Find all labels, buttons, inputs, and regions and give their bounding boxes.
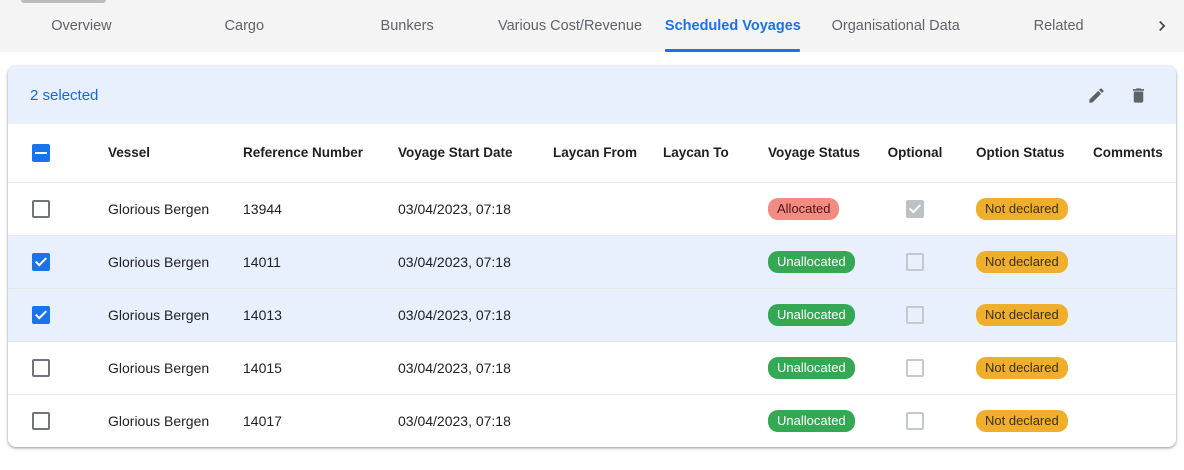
tabs-overflow-button[interactable] <box>1140 0 1184 52</box>
reference-cell: 14011 <box>215 235 370 288</box>
vessel-cell: Glorious Bergen <box>80 288 215 341</box>
optional-checkbox <box>906 412 924 430</box>
trash-icon <box>1129 86 1148 105</box>
tab-various-cost-revenue[interactable]: Various Cost/Revenue <box>489 0 652 52</box>
laycan-from-cell <box>535 394 645 447</box>
edit-button[interactable] <box>1086 85 1106 105</box>
column-header-reference-number: Reference Number <box>215 124 370 182</box>
optional-checkbox <box>906 359 924 377</box>
laycan-to-cell <box>645 235 750 288</box>
vessel-cell: Glorious Bergen <box>80 394 215 447</box>
column-header-option-status: Option Status <box>960 124 1075 182</box>
start-date-cell: 03/04/2023, 07:18 <box>370 288 535 341</box>
row-checkbox[interactable] <box>32 412 50 430</box>
voyage-status-badge: Unallocated <box>768 357 855 379</box>
optional-checkbox <box>906 253 924 271</box>
table-header-row: Vessel Reference Number Voyage Start Dat… <box>8 124 1176 182</box>
comments-cell <box>1075 235 1176 288</box>
laycan-to-cell <box>645 288 750 341</box>
scheduled-voyages-panel: 2 selected Vessel <box>8 66 1176 447</box>
tab-scheduled-voyages[interactable]: Scheduled Voyages <box>651 0 814 52</box>
vessel-cell: Glorious Bergen <box>80 182 215 235</box>
start-date-cell: 03/04/2023, 07:18 <box>370 394 535 447</box>
selection-actions <box>1086 85 1148 105</box>
optional-checkbox <box>906 306 924 324</box>
tab-list: Overview Cargo Bunkers Various Cost/Reve… <box>0 0 1140 52</box>
table-row[interactable]: Glorious Bergen 14015 03/04/2023, 07:18 … <box>8 341 1176 394</box>
vessel-cell: Glorious Bergen <box>80 341 215 394</box>
row-checkbox[interactable] <box>32 253 50 271</box>
voyage-status-badge: Allocated <box>768 198 839 220</box>
start-date-cell: 03/04/2023, 07:18 <box>370 182 535 235</box>
column-header-laycan-from: Laycan From <box>535 124 645 182</box>
voyage-status-badge: Unallocated <box>768 251 855 273</box>
column-header-voyage-start-date: Voyage Start Date <box>370 124 535 182</box>
pencil-icon <box>1087 86 1106 105</box>
laycan-to-cell <box>645 394 750 447</box>
table-row[interactable]: Glorious Bergen 14011 03/04/2023, 07:18 … <box>8 235 1176 288</box>
option-status-badge: Not declared <box>976 304 1068 326</box>
column-header-voyage-status: Voyage Status <box>750 124 870 182</box>
table-row[interactable]: Glorious Bergen 14013 03/04/2023, 07:18 … <box>8 288 1176 341</box>
row-checkbox[interactable] <box>32 306 50 324</box>
voyages-table: Vessel Reference Number Voyage Start Dat… <box>8 124 1176 447</box>
tab-related[interactable]: Related <box>977 0 1140 52</box>
laycan-from-cell <box>535 235 645 288</box>
reference-cell: 14017 <box>215 394 370 447</box>
table-row[interactable]: Glorious Bergen 14017 03/04/2023, 07:18 … <box>8 394 1176 447</box>
tab-overview[interactable]: Overview <box>0 0 163 52</box>
voyage-status-badge: Unallocated <box>768 410 855 432</box>
row-checkbox[interactable] <box>32 200 50 218</box>
laycan-from-cell <box>535 288 645 341</box>
column-header-optional: Optional <box>870 124 960 182</box>
tab-organisational-data[interactable]: Organisational Data <box>814 0 977 52</box>
option-status-badge: Not declared <box>976 251 1068 273</box>
start-date-cell: 03/04/2023, 07:18 <box>370 341 535 394</box>
voyage-status-badge: Unallocated <box>768 304 855 326</box>
vessel-cell: Glorious Bergen <box>80 235 215 288</box>
option-status-badge: Not declared <box>976 357 1068 379</box>
chevron-right-icon <box>1152 16 1172 36</box>
tab-cargo[interactable]: Cargo <box>163 0 326 52</box>
option-status-badge: Not declared <box>976 410 1068 432</box>
laycan-to-cell <box>645 182 750 235</box>
comments-cell <box>1075 341 1176 394</box>
column-header-vessel: Vessel <box>80 124 215 182</box>
row-checkbox[interactable] <box>32 359 50 377</box>
laycan-from-cell <box>535 182 645 235</box>
comments-cell <box>1075 182 1176 235</box>
comments-cell <box>1075 394 1176 447</box>
column-header-comments: Comments <box>1075 124 1176 182</box>
delete-button[interactable] <box>1128 85 1148 105</box>
reference-cell: 14013 <box>215 288 370 341</box>
reference-cell: 13944 <box>215 182 370 235</box>
laycan-to-cell <box>645 341 750 394</box>
reference-cell: 14015 <box>215 341 370 394</box>
option-status-badge: Not declared <box>976 198 1068 220</box>
start-date-cell: 03/04/2023, 07:18 <box>370 235 535 288</box>
select-all-checkbox[interactable] <box>32 144 50 162</box>
table-row[interactable]: Glorious Bergen 13944 03/04/2023, 07:18 … <box>8 182 1176 235</box>
comments-cell <box>1075 288 1176 341</box>
tab-bar: Overview Cargo Bunkers Various Cost/Reve… <box>0 0 1184 52</box>
optional-checkbox <box>906 200 924 218</box>
column-header-laycan-to: Laycan To <box>645 124 750 182</box>
tab-bunkers[interactable]: Bunkers <box>326 0 489 52</box>
laycan-from-cell <box>535 341 645 394</box>
selection-count: 2 selected <box>30 87 98 104</box>
selection-toolbar: 2 selected <box>8 66 1176 124</box>
